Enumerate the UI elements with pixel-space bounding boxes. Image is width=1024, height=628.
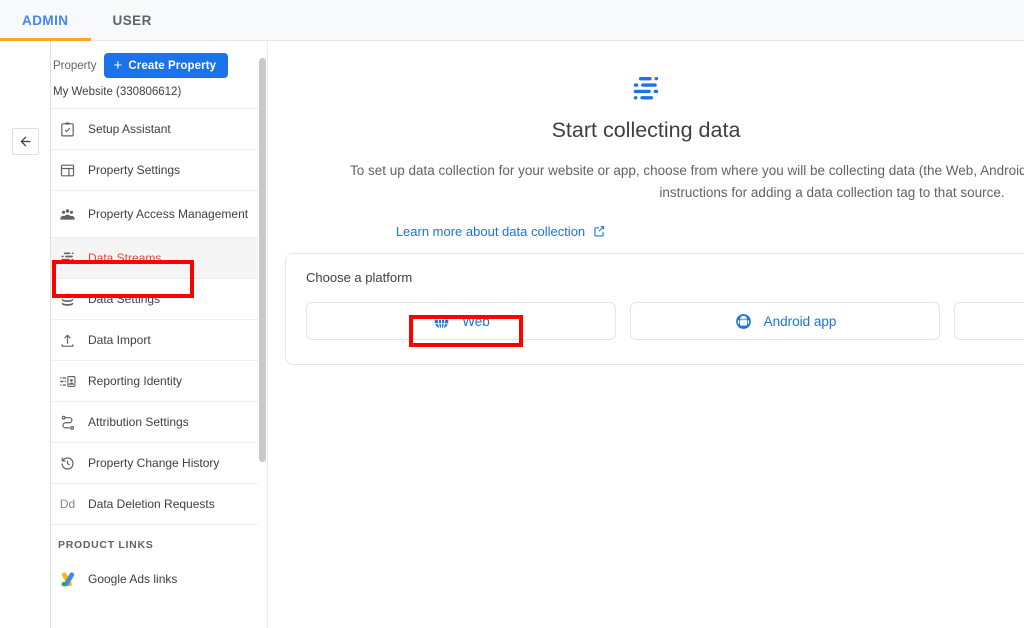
sidebar-item-property-settings[interactable]: Property Settings (51, 149, 262, 190)
identity-card-icon (58, 372, 77, 391)
app-root: ADMIN USER Property + Create Property My… (0, 0, 1024, 628)
data-streams-icon (58, 249, 77, 268)
sidebar-item-label: Setup Assistant (88, 122, 171, 137)
left-rail (0, 41, 51, 628)
page-description: To set up data collection for your websi… (322, 160, 1024, 204)
hero-icon-wrap (268, 72, 1024, 106)
history-clock-icon (58, 454, 77, 473)
sidebar-item-label: Data Import (88, 333, 151, 348)
platform-label-android: Android app (764, 314, 837, 329)
sidebar-section-product-links: PRODUCT LINKS (51, 524, 262, 559)
sidebar-item-property-access-management[interactable]: Property Access Management (51, 190, 262, 237)
sidebar-item-data-streams[interactable]: Data Streams (51, 237, 262, 278)
upload-icon (58, 331, 77, 350)
sidebar-item-property-change-history[interactable]: Property Change History (51, 442, 262, 483)
tab-admin[interactable]: ADMIN (0, 0, 91, 41)
hero-section: Start collecting data To set up data col… (268, 41, 1024, 241)
platform-button-row: Web Android app (306, 302, 1024, 340)
choose-platform-card: Choose a platform Web (285, 253, 1024, 365)
attribution-path-icon (58, 413, 77, 432)
back-button[interactable] (12, 128, 39, 155)
data-streams-icon (629, 72, 663, 106)
sidebar-item-label: Data Settings (88, 292, 160, 307)
property-name: My Website (330806612) (51, 84, 262, 108)
sidebar-item-google-ads-links[interactable]: Google Ads links (51, 559, 262, 600)
external-link-icon (592, 224, 606, 238)
sidebar-item-setup-assistant[interactable]: Setup Assistant (51, 108, 262, 149)
platform-button-android[interactable]: Android app (630, 302, 940, 340)
sidebar-item-label: Reporting Identity (88, 374, 182, 389)
layout-panel-icon (58, 161, 77, 180)
sidebar-scrollbar-thumb[interactable] (259, 58, 266, 462)
globe-icon (432, 312, 451, 331)
tab-admin-label: ADMIN (22, 13, 69, 28)
sidebar-item-label: Google Ads links (88, 572, 177, 587)
sidebar-item-label: Attribution Settings (88, 415, 189, 430)
learn-more-row: Learn more about data collection (268, 223, 1024, 241)
tab-user-label: USER (113, 13, 152, 28)
sidebar-item-attribution-settings[interactable]: Attribution Settings (51, 401, 262, 442)
top-tab-bar: ADMIN USER (0, 0, 1024, 41)
choose-platform-label: Choose a platform (306, 270, 1024, 285)
sidebar-item-label: Data Streams (88, 251, 161, 266)
sidebar-item-reporting-identity[interactable]: Reporting Identity (51, 360, 262, 401)
page-title: Start collecting data (268, 118, 1024, 143)
platform-label-web: Web (462, 314, 490, 329)
dd-text-icon: Dd (58, 495, 77, 514)
arrow-left-icon (18, 134, 33, 149)
android-icon (734, 312, 753, 331)
sidebar-item-label: Property Change History (88, 456, 219, 471)
property-header: Property + Create Property (51, 41, 262, 84)
create-property-button[interactable]: + Create Property (104, 53, 228, 78)
learn-more-label: Learn more about data collection (396, 224, 585, 239)
create-property-label: Create Property (128, 60, 216, 72)
property-label: Property (53, 60, 96, 72)
platform-button-ios[interactable]: iOS app (954, 302, 1024, 340)
learn-more-link[interactable]: Learn more about data collection (396, 224, 606, 239)
sidebar-item-label: Property Access Management (88, 207, 248, 222)
main-content: Start collecting data To set up data col… (268, 41, 1024, 628)
plus-icon: + (113, 58, 122, 73)
people-group-icon (58, 205, 77, 224)
sidebar-item-label: Data Deletion Requests (88, 497, 215, 512)
clipboard-check-icon (58, 120, 77, 139)
sidebar-item-data-deletion-requests[interactable]: Dd Data Deletion Requests (51, 483, 262, 524)
platform-button-web[interactable]: Web (306, 302, 616, 340)
sidebar-item-label: Property Settings (88, 163, 180, 178)
database-icon (58, 290, 77, 309)
sidebar-item-data-settings[interactable]: Data Settings (51, 278, 262, 319)
tab-user[interactable]: USER (91, 0, 174, 41)
google-ads-icon (58, 570, 77, 589)
property-sidebar: Property + Create Property My Website (3… (51, 41, 262, 628)
sidebar-item-data-import[interactable]: Data Import (51, 319, 262, 360)
